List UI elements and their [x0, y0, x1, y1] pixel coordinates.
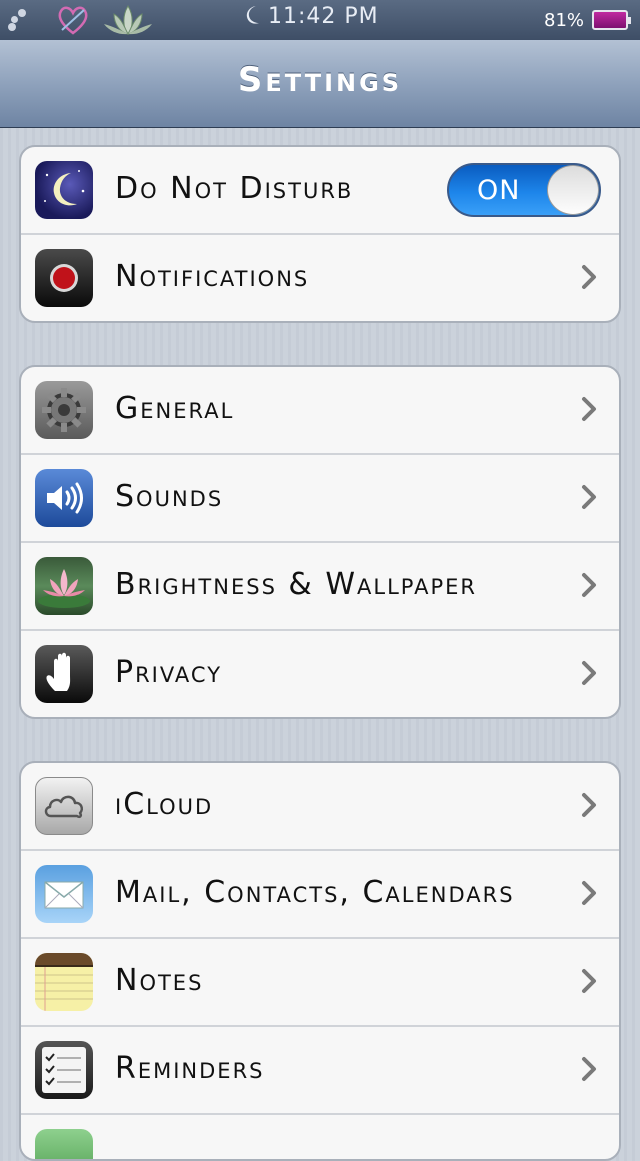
- lotus-flower-icon: [35, 557, 93, 615]
- row-notes[interactable]: Notes: [21, 939, 619, 1027]
- toggle-label: ON: [477, 175, 521, 206]
- battery-icon: [592, 10, 631, 30]
- settings-group-1: Do Not Disturb ON Notifications: [19, 145, 621, 323]
- page-title: Settings: [237, 60, 403, 100]
- gear-icon: [35, 381, 93, 439]
- chevron-right-icon: [582, 881, 596, 905]
- row-privacy[interactable]: Privacy: [21, 631, 619, 717]
- row-mail-contacts-calendars[interactable]: Mail, Contacts, Calendars: [21, 851, 619, 939]
- status-bar: 11:42 PM 81%: [0, 0, 640, 40]
- chevron-right-icon: [582, 969, 596, 993]
- toggle-knob: [547, 165, 599, 215]
- row-do-not-disturb: Do Not Disturb ON: [21, 147, 619, 235]
- settings-group-2: General Sounds Brightness & Wallpaper Pr…: [19, 365, 621, 719]
- moon-icon: [35, 161, 93, 219]
- dots-icon: [8, 8, 32, 32]
- envelope-icon: [35, 865, 93, 923]
- heart-icon: [56, 4, 90, 36]
- row-label: Do Not Disturb: [115, 171, 354, 206]
- row-label: Notifications: [115, 259, 310, 294]
- checklist-icon: [35, 1041, 93, 1099]
- row-label: Privacy: [115, 655, 223, 690]
- speaker-icon: [35, 469, 93, 527]
- moon-icon: [242, 4, 262, 29]
- row-label: Reminders: [115, 1051, 265, 1086]
- settings-group-3: iCloud Mail, Contacts, Calendars Notes R…: [19, 761, 621, 1161]
- row-partial[interactable]: [21, 1115, 619, 1159]
- time-label: 11:42 PM: [268, 4, 379, 29]
- row-label: Brightness & Wallpaper: [115, 567, 477, 602]
- notepad-icon: [35, 953, 93, 1011]
- status-time: 11:42 PM: [242, 4, 379, 29]
- partial-app-icon: [35, 1129, 93, 1159]
- row-label: iCloud: [115, 787, 214, 822]
- chevron-right-icon: [582, 265, 596, 289]
- row-label: General: [115, 391, 235, 426]
- row-label: Notes: [115, 963, 204, 998]
- do-not-disturb-toggle[interactable]: ON: [447, 163, 601, 217]
- row-icloud[interactable]: iCloud: [21, 763, 619, 851]
- notifications-icon: [35, 249, 93, 307]
- row-notifications[interactable]: Notifications: [21, 235, 619, 321]
- chevron-right-icon: [582, 661, 596, 685]
- chevron-right-icon: [582, 793, 596, 817]
- row-label: Mail, Contacts, Calendars: [115, 875, 515, 910]
- hand-icon: [35, 645, 93, 703]
- chevron-right-icon: [582, 397, 596, 421]
- chevron-right-icon: [582, 573, 596, 597]
- chevron-right-icon: [582, 1057, 596, 1081]
- row-reminders[interactable]: Reminders: [21, 1027, 619, 1115]
- row-brightness-wallpaper[interactable]: Brightness & Wallpaper: [21, 543, 619, 631]
- row-general[interactable]: General: [21, 367, 619, 455]
- cloud-icon: [35, 777, 93, 835]
- row-sounds[interactable]: Sounds: [21, 455, 619, 543]
- navigation-bar: Settings: [0, 40, 640, 128]
- battery-percent: 81%: [544, 10, 585, 31]
- chevron-right-icon: [582, 485, 596, 509]
- row-label: Sounds: [115, 479, 224, 514]
- lotus-icon: [102, 2, 154, 38]
